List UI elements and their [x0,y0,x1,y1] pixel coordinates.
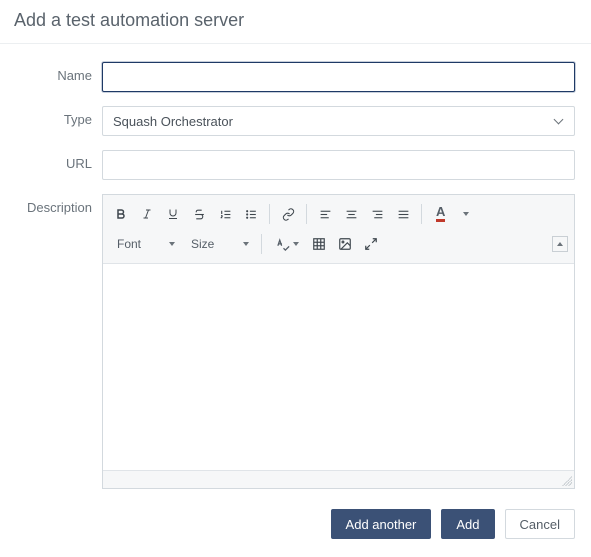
caret-down-icon [169,242,175,246]
font-family-label: Font [117,237,141,251]
field-row-type: Type Squash Orchestrator [16,106,575,136]
add-automation-server-dialog: Add a test automation server Name Type S… [0,0,591,557]
ordered-list-button[interactable] [213,202,237,226]
align-left-button[interactable] [313,202,337,226]
add-button[interactable]: Add [441,509,494,539]
url-label: URL [16,150,102,171]
italic-button[interactable] [135,202,159,226]
caret-down-icon [463,212,469,216]
editor-toolbar: A Font Size [103,195,574,264]
collapse-toolbar-button[interactable] [552,236,568,252]
resize-grip-icon[interactable] [562,476,572,486]
unordered-list-button[interactable] [239,202,263,226]
table-icon [312,237,326,251]
align-left-icon [319,208,332,221]
align-right-button[interactable] [365,202,389,226]
text-color-button[interactable]: A [428,202,475,226]
bold-icon [115,208,127,220]
field-row-url: URL [16,150,575,180]
description-label: Description [16,194,102,215]
name-label: Name [16,62,102,83]
spellcheck-icon [276,237,291,252]
font-size-select[interactable]: Size [183,232,255,256]
description-editor-area[interactable] [103,264,574,470]
table-button[interactable] [307,232,331,256]
italic-icon [141,208,153,220]
align-right-icon [371,208,384,221]
bold-button[interactable] [109,202,133,226]
ordered-list-icon [219,208,232,221]
underline-icon [167,208,179,220]
add-another-button[interactable]: Add another [331,509,432,539]
type-select-value: Squash Orchestrator [113,114,233,129]
underline-button[interactable] [161,202,185,226]
dialog-body: Name Type Squash Orchestrator URL D [0,44,591,495]
field-row-name: Name [16,62,575,92]
toolbar-separator [269,204,270,224]
toolbar-separator [421,204,422,224]
image-icon [338,237,352,251]
type-label: Type [16,106,102,127]
field-row-description: Description [16,194,575,489]
font-family-select[interactable]: Font [109,232,181,256]
chevron-down-icon [554,116,564,126]
align-justify-icon [397,208,410,221]
editor-statusbar [103,470,574,488]
strikethrough-icon [193,208,206,221]
caret-down-icon [293,242,299,246]
toolbar-separator [261,234,262,254]
align-justify-button[interactable] [391,202,415,226]
spellcheck-button[interactable] [268,232,305,256]
align-center-button[interactable] [339,202,363,226]
image-button[interactable] [333,232,357,256]
caret-down-icon [243,242,249,246]
link-icon [282,208,295,221]
toolbar-separator [306,204,307,224]
align-center-icon [345,208,358,221]
text-color-icon: A [436,206,445,222]
maximize-button[interactable] [359,232,383,256]
caret-up-icon [557,242,563,246]
name-input[interactable] [102,62,575,92]
font-size-label: Size [191,237,214,251]
unordered-list-icon [245,208,258,221]
strikethrough-button[interactable] [187,202,211,226]
rich-text-editor: A Font Size [102,194,575,489]
url-input[interactable] [102,150,575,180]
dialog-title: Add a test automation server [0,0,591,44]
link-button[interactable] [276,202,300,226]
dialog-footer: Add another Add Cancel [0,495,591,557]
type-select[interactable]: Squash Orchestrator [102,106,575,136]
maximize-icon [364,237,378,251]
cancel-button[interactable]: Cancel [505,509,575,539]
